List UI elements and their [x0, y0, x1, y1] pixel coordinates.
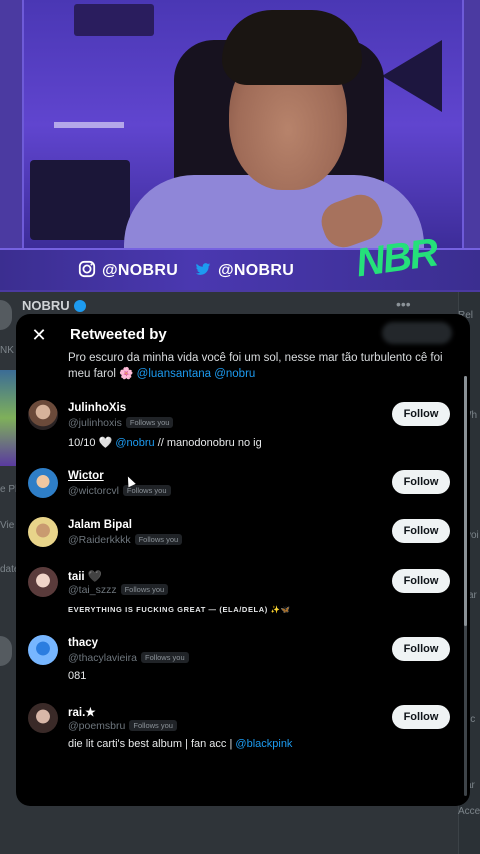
user-bio: 081 [68, 670, 87, 682]
flower-emoji: 🌸 [119, 367, 134, 380]
twitter-handle: @NOBRU [194, 260, 294, 280]
avatar[interactable] [28, 400, 58, 430]
close-icon[interactable]: ✕ [26, 322, 52, 348]
dialog-title: Retweeted by [70, 326, 167, 343]
blurred-element [382, 322, 452, 344]
avatar[interactable] [28, 567, 58, 597]
edge-text: NK [0, 345, 14, 356]
follows-you-badge: Follows you [125, 417, 174, 428]
media-thumbnail[interactable] [0, 370, 16, 466]
user-name[interactable]: Wictor [68, 470, 104, 482]
user-handle: @julinhoxis Follows you [68, 417, 174, 429]
user-handle: @tai_szzz Follows you [68, 584, 169, 596]
user-name[interactable]: Jalam Bipal [68, 519, 132, 531]
more-horizontal-icon[interactable]: ••• [396, 296, 411, 312]
follow-button[interactable]: Follow [392, 402, 450, 426]
quoted-tweet-text: Pro escuro da minha vida você foi um sol… [68, 352, 443, 380]
tweet-mentions[interactable]: @luansantana @nobru [137, 368, 256, 380]
instagram-icon [78, 260, 96, 278]
user-handle: @thacylavieira Follows you [68, 652, 189, 664]
twitter-icon [195, 263, 211, 275]
follow-button[interactable]: Follow [392, 705, 450, 729]
follow-button[interactable]: Follow [392, 569, 450, 593]
user-handle: @Raiderkkkk Follows you [68, 534, 183, 546]
follows-you-badge: Follows you [120, 584, 169, 595]
stream-overlay: @NOBRU @NOBRU NBR [0, 0, 480, 292]
user-name[interactable]: JulinhoXis [68, 402, 126, 414]
user-name[interactable]: taii 🖤 [68, 569, 102, 583]
tweet-author-name: NOBRU [22, 298, 86, 313]
follows-you-badge: Follows you [141, 652, 189, 663]
follows-you-badge: Follows you [122, 485, 171, 496]
follow-button[interactable]: Follow [392, 470, 450, 494]
follow-button[interactable]: Follow [392, 519, 450, 543]
bio-mention[interactable]: @nobru [115, 437, 154, 449]
user-handle: @wictorcvl Follows you [68, 485, 171, 497]
edge-text: Vie [0, 520, 15, 531]
bio-mention[interactable]: @blackpink [235, 738, 292, 750]
follow-button[interactable]: Follow [392, 637, 450, 661]
user-handle: @poemsbru Follows you [68, 720, 177, 732]
dialog-header: ✕ Retweeted by [16, 314, 470, 356]
scrollbar-thumb[interactable] [464, 376, 467, 626]
follows-you-badge: Follows you [134, 534, 183, 545]
user-name[interactable]: rai.★ [68, 705, 96, 719]
verified-icon [73, 300, 86, 312]
streamer-hair [222, 10, 362, 85]
avatar[interactable] [28, 703, 58, 733]
user-bio: EVERYTHING IS FUCKING GREAT — (ELA/DELA)… [68, 605, 291, 614]
edge-text: Acce [458, 806, 480, 817]
follows-you-badge: Follows you [129, 720, 177, 731]
user-name[interactable]: thacy [68, 637, 98, 649]
avatar[interactable] [28, 468, 58, 498]
wall-shelf [74, 4, 154, 36]
user-bio: 10/10 🤍 @nobru // manodonobru no ig [68, 437, 262, 449]
avatar[interactable] [28, 517, 58, 547]
wall-decoration [382, 40, 442, 112]
instagram-handle: @NOBRU [78, 260, 178, 280]
monitor [30, 160, 130, 240]
retweeted-by-dialog: ✕ Retweeted by Pro escuro da minha vida … [16, 314, 470, 806]
webcam-feed [22, 0, 464, 250]
wall-shelf-lower [54, 122, 124, 128]
edge-text: e Pl [0, 484, 18, 495]
avatar[interactable] [28, 635, 58, 665]
user-bio: die lit carti's best album | fan acc | @… [68, 738, 293, 750]
